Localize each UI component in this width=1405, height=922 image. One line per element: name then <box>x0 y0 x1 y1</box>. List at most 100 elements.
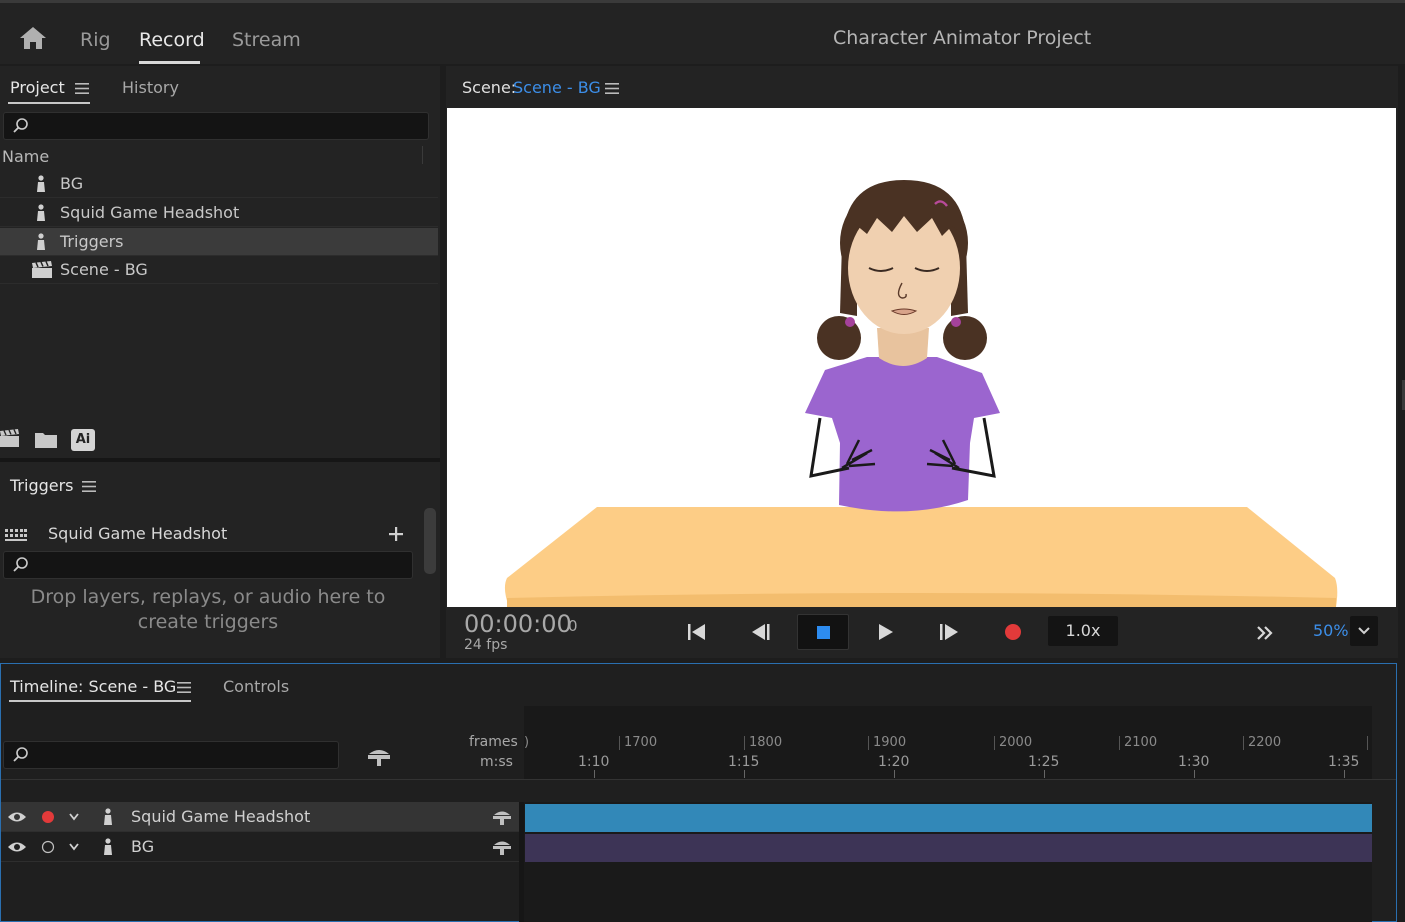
layer-name: BG <box>131 837 155 856</box>
workspace-bar: Rig Record Stream Character Animator Pro… <box>0 0 1405 64</box>
column-header-name[interactable]: Name <box>2 147 49 166</box>
keyboard-icon <box>5 529 27 541</box>
search-icon <box>13 747 28 762</box>
chevron-down-icon <box>1358 627 1370 635</box>
project-item-bg[interactable]: BG <box>0 170 438 198</box>
ruler-label-mss: m:ss <box>480 754 513 770</box>
project-title: Character Animator Project <box>833 27 1092 49</box>
frame-number[interactable]: 0 <box>568 617 578 635</box>
zoom-dropdown[interactable] <box>1350 616 1378 646</box>
stop-icon <box>817 626 830 639</box>
import-illustrator-button[interactable]: Ai <box>71 429 95 451</box>
time-tick: 1:25 <box>1028 754 1060 770</box>
workspace-tab-rig[interactable]: Rig <box>80 29 111 51</box>
show-behaviors-icon[interactable] <box>366 746 392 766</box>
trigger-puppet-name: Squid Game Headshot <box>48 524 228 543</box>
project-item-triggers[interactable]: Triggers <box>0 228 438 256</box>
project-item-label: Triggers <box>60 232 124 251</box>
triggers-drop-hint: Drop layers, replays, or audio here to c… <box>30 586 386 633</box>
eye-icon[interactable] <box>7 811 27 823</box>
project-item-scene-bg[interactable]: Scene - BG <box>0 256 438 284</box>
project-item-label: Scene - BG <box>60 260 148 279</box>
active-workspace-indicator <box>139 61 200 64</box>
puppet-icon <box>37 175 45 192</box>
ruler-tick <box>744 770 745 778</box>
fps-label: 24 fps <box>464 637 508 653</box>
chevron-down-icon[interactable] <box>68 812 80 822</box>
track-splitter[interactable] <box>519 802 524 922</box>
panel-menu-icon[interactable] <box>75 83 89 94</box>
search-icon <box>13 118 28 133</box>
triggers-panel: Triggers Squid Game Headshot Drop layers… <box>0 462 440 658</box>
ruler-tick <box>1344 770 1345 778</box>
scene-icon <box>32 261 52 278</box>
triggers-scrollbar[interactable] <box>424 508 436 574</box>
tab-timeline-underline <box>9 700 191 702</box>
ruler-tick <box>1044 770 1045 778</box>
puppet-icon <box>104 808 112 825</box>
workspace-tab-record[interactable]: Record <box>139 29 205 51</box>
ruler-tick <box>594 770 595 778</box>
time-tick: 1:30 <box>1178 754 1210 770</box>
chevron-down-icon[interactable] <box>68 842 80 852</box>
column-divider <box>422 146 423 164</box>
track-bar-squid-game-headshot[interactable] <box>525 804 1372 832</box>
layer-row-squid-game-headshot[interactable]: Squid Game Headshot <box>1 802 519 832</box>
character-artwork <box>504 180 1338 607</box>
ruler-label-frames: frames <box>469 734 518 750</box>
behaviors-icon[interactable] <box>492 809 512 825</box>
frame-tick-edge <box>1367 736 1372 750</box>
record-arm-icon[interactable] <box>41 840 55 854</box>
go-to-start-icon[interactable] <box>684 619 710 645</box>
ruler-tick <box>1194 770 1195 778</box>
record-arm-icon[interactable] <box>41 810 55 824</box>
tab-project-underline <box>8 102 90 104</box>
tab-history[interactable]: History <box>122 78 179 97</box>
puppet-icon <box>37 233 45 250</box>
zoom-level[interactable]: 50% <box>1313 621 1349 640</box>
layer-row-bg[interactable]: BG <box>1 832 519 862</box>
scene-stage[interactable] <box>447 108 1396 607</box>
triggers-search-input[interactable] <box>3 551 413 579</box>
home-icon[interactable] <box>18 25 48 51</box>
add-trigger-icon[interactable] <box>388 526 404 542</box>
playback-speed-select[interactable]: 1.0x <box>1048 616 1118 646</box>
frame-tick: 1900 <box>868 736 906 750</box>
ruler-edge-mark: ) <box>524 735 530 750</box>
scene-name-link[interactable]: Scene - BG <box>513 78 601 97</box>
frame-tick: 1800 <box>744 736 782 750</box>
new-scene-icon[interactable] <box>0 428 20 448</box>
record-icon[interactable] <box>1000 619 1026 645</box>
step-forward-icon[interactable] <box>936 619 962 645</box>
ruler-tick <box>894 770 895 778</box>
puppet-icon <box>104 838 112 855</box>
workspace-tab-stream[interactable]: Stream <box>232 29 301 51</box>
track-bar-bg[interactable] <box>525 834 1372 862</box>
play-icon[interactable] <box>873 619 899 645</box>
frame-tick: 1700 <box>619 736 657 750</box>
scene-label: Scene: <box>462 78 517 97</box>
frame-tick: 2100 <box>1119 736 1157 750</box>
timeline-search-input[interactable] <box>3 741 339 769</box>
project-item-squid-game-headshot[interactable]: Squid Game Headshot <box>0 199 438 227</box>
transport-bar: 00:00:00 0 24 fps 1.0x 50% <box>446 607 1398 658</box>
tab-controls[interactable]: Controls <box>223 677 289 696</box>
panel-menu-icon[interactable] <box>605 83 619 94</box>
tab-timeline[interactable]: Timeline: Scene - BG <box>10 677 176 696</box>
folder-icon[interactable] <box>35 431 57 448</box>
timecode-display[interactable]: 00:00:00 <box>464 610 572 638</box>
scene-panel: Scene: Scene - BG 00:00:00 0 24 fps 1.0x… <box>446 66 1398 658</box>
time-tick: 1:15 <box>728 754 760 770</box>
tab-project[interactable]: Project <box>10 78 65 97</box>
project-search-input[interactable] <box>3 112 429 140</box>
eye-icon[interactable] <box>7 841 27 853</box>
more-controls-icon[interactable] <box>1252 620 1278 646</box>
layer-name: Squid Game Headshot <box>131 807 311 826</box>
stop-button[interactable] <box>797 614 849 650</box>
time-tick: 1:10 <box>578 754 610 770</box>
behaviors-icon[interactable] <box>492 839 512 855</box>
step-back-icon[interactable] <box>748 619 774 645</box>
panel-menu-icon[interactable] <box>82 481 96 492</box>
tab-triggers[interactable]: Triggers <box>10 476 74 495</box>
panel-menu-icon[interactable] <box>177 682 191 693</box>
